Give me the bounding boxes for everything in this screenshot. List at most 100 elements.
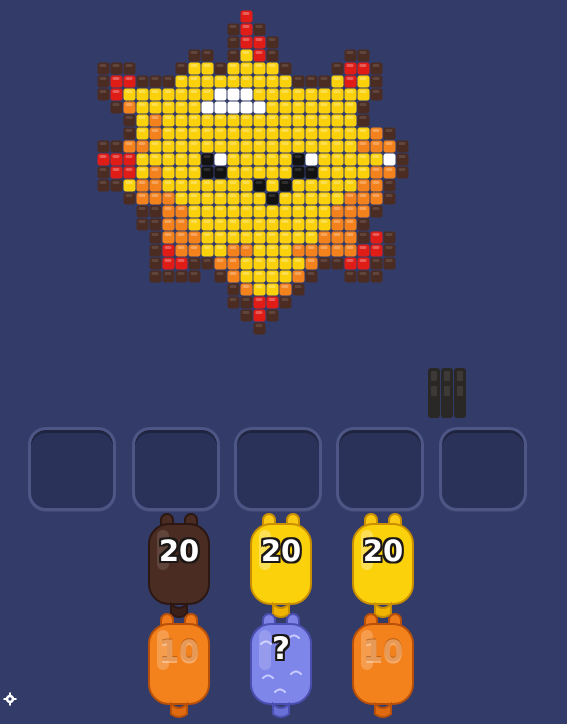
- holding-slot[interactable]: [234, 427, 322, 511]
- pixel-block-shine: [359, 181, 367, 184]
- pixel-block-shine: [177, 181, 185, 184]
- pixel-block-shine: [320, 233, 328, 236]
- pixel-block-shine: [177, 64, 185, 67]
- pixel-block-shine: [372, 246, 380, 249]
- pixel-block-shine: [216, 129, 224, 132]
- pixel-block-shine: [177, 155, 185, 158]
- pixel-block-shine: [294, 194, 302, 197]
- pixel-block-shine: [164, 103, 172, 106]
- pixel-block-shine: [255, 129, 263, 132]
- pixel-block-shine: [320, 194, 328, 197]
- pixel-block-shine: [333, 64, 341, 67]
- pixel-block-shine: [346, 220, 354, 223]
- pixel-block-shine: [372, 259, 380, 262]
- pixel-block-shine: [268, 220, 276, 223]
- pixel-block-shine: [307, 168, 315, 171]
- pixel-block-shine: [229, 181, 237, 184]
- pixel-block-shine: [229, 129, 237, 132]
- yellow-jar[interactable]: 20: [245, 508, 317, 620]
- pixel-block-shine: [216, 155, 224, 158]
- pixel-block-shine: [333, 155, 341, 158]
- pixel-block-shine: [385, 155, 393, 158]
- pixel-block-shine: [359, 194, 367, 197]
- pixel-block-shine: [216, 272, 224, 275]
- pixel-block-shine: [294, 142, 302, 145]
- pixel-block-shine: [216, 64, 224, 67]
- pixel-block-shine: [359, 168, 367, 171]
- pixel-block-shine: [307, 103, 315, 106]
- pixel-block-shine: [372, 129, 380, 132]
- pixel-block-shine: [242, 298, 250, 301]
- pixel-block-shine: [203, 259, 211, 262]
- pixel-block-shine: [125, 194, 133, 197]
- pixel-block-shine: [151, 181, 159, 184]
- pixel-block-shine: [268, 129, 276, 132]
- jar-count: ?: [272, 631, 290, 667]
- pixel-block-shine: [242, 25, 250, 28]
- pixel-block-shine: [164, 233, 172, 236]
- pixel-block-shine: [216, 103, 224, 106]
- pixel-block-shine: [177, 168, 185, 171]
- orange-jar[interactable]: 10: [143, 608, 215, 720]
- pixel-block-shine: [242, 207, 250, 210]
- holding-slot[interactable]: [439, 427, 527, 511]
- pixel-art-board[interactable]: [0, 0, 567, 400]
- jar-count: 20: [260, 534, 302, 568]
- pixel-block-shine: [255, 298, 263, 301]
- pixel-block-shine: [164, 194, 172, 197]
- pixel-block-shine: [229, 259, 237, 262]
- orange-jar[interactable]: 10: [347, 608, 419, 720]
- pixel-block-shine: [138, 181, 146, 184]
- pixel-block-shine: [138, 103, 146, 106]
- pixel-block-shine: [281, 194, 289, 197]
- pixel-block-shine: [255, 259, 263, 262]
- pixel-block-shine: [164, 220, 172, 223]
- pixel-block-shine: [99, 64, 107, 67]
- pixel-block-shine: [216, 77, 224, 80]
- pixel-block-shine: [320, 207, 328, 210]
- pixel-block-shine: [372, 90, 380, 93]
- pixel-block-shine: [164, 90, 172, 93]
- pixel-block-shine: [190, 90, 198, 93]
- pixel-block-shine: [346, 181, 354, 184]
- pixel-block-shine: [190, 51, 198, 54]
- yellow-jar[interactable]: 20: [347, 508, 419, 620]
- pixel-block-shine: [164, 246, 172, 249]
- settings-gear-icon[interactable]: [3, 692, 17, 706]
- pixel-block-shine: [138, 194, 146, 197]
- pixel-block-shine: [203, 220, 211, 223]
- pixel-block-shine: [346, 168, 354, 171]
- pixel-block-shine: [320, 181, 328, 184]
- mystery-jar[interactable]: ?: [245, 608, 317, 720]
- pixel-block-shine: [255, 25, 263, 28]
- pixel-block-shine: [281, 207, 289, 210]
- pixel-block-shine: [294, 181, 302, 184]
- pixel-block-shine: [398, 155, 406, 158]
- pixel-block-shine: [151, 90, 159, 93]
- pixel-block-shine: [190, 103, 198, 106]
- pixel-block-shine: [255, 311, 263, 314]
- pixel-block-shine: [307, 272, 315, 275]
- pixel-block-shine: [242, 311, 250, 314]
- pixel-block-shine: [190, 181, 198, 184]
- pixel-block-shine: [125, 155, 133, 158]
- holding-slot[interactable]: [28, 427, 116, 511]
- pixel-block-shine: [190, 142, 198, 145]
- pixel-block-shine: [99, 168, 107, 171]
- pixel-block-shine: [333, 129, 341, 132]
- brown-jar[interactable]: 20: [143, 508, 215, 620]
- pixel-block-shine: [242, 129, 250, 132]
- pixel-block-shine: [164, 181, 172, 184]
- pixel-block-shine: [359, 155, 367, 158]
- pixel-block-shine: [255, 38, 263, 41]
- holding-slot[interactable]: [132, 427, 220, 511]
- pixel-block-shine: [372, 142, 380, 145]
- pixel-block-shine: [177, 259, 185, 262]
- pixel-block-shine: [320, 259, 328, 262]
- holding-slot[interactable]: [336, 427, 424, 511]
- pixel-block-shine: [307, 181, 315, 184]
- jar-count: 20: [362, 534, 404, 568]
- pixel-block-shine: [164, 272, 172, 275]
- pixel-block-shine: [177, 103, 185, 106]
- pixel-block-shine: [190, 233, 198, 236]
